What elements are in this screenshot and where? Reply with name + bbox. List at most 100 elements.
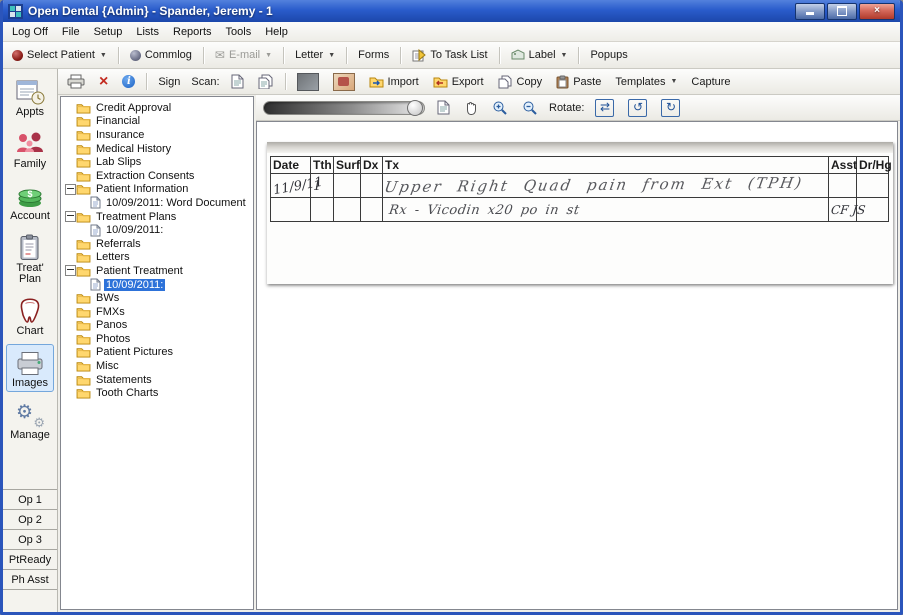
operatory-button-op-1[interactable]: Op 1	[3, 490, 57, 510]
minimize-button[interactable]	[795, 3, 825, 20]
tree-folder-patient-information[interactable]: Patient Information	[64, 183, 252, 197]
scan-header-row: Date Tth Surf Dx Tx Asst Dr/Hg	[271, 157, 889, 174]
sidebar-module-appts[interactable]: Appts	[6, 73, 54, 121]
label-button[interactable]: Label ▼	[505, 46, 574, 64]
popups-button[interactable]: Popups	[584, 46, 633, 64]
delete-button[interactable]: ×	[93, 72, 114, 92]
tree-folder-treatment-plans[interactable]: Treatment Plans	[64, 210, 252, 224]
operatory-button-ph-asst[interactable]: Ph Asst	[3, 570, 57, 590]
toolbar-separator	[146, 73, 147, 90]
tree-folder-tooth-charts[interactable]: Tooth Charts	[64, 386, 252, 400]
sidebar-module-treat-plan[interactable]: Treat' Plan	[6, 229, 54, 288]
tree-collapse-icon[interactable]	[65, 211, 76, 222]
tree-folder-lab-slips[interactable]: Lab Slips	[64, 155, 252, 169]
flip-button[interactable]: ⇄	[589, 96, 620, 120]
tree-folder-extraction-consents[interactable]: Extraction Consents	[64, 169, 252, 183]
tree-folder-fmxs[interactable]: FMXs	[64, 305, 252, 319]
appointments-icon	[14, 77, 46, 106]
menu-item-help[interactable]: Help	[258, 24, 295, 40]
tree-folder-credit-approval[interactable]: Credit Approval	[64, 101, 252, 115]
print-button[interactable]	[61, 71, 91, 92]
zoom-in-button[interactable]	[486, 97, 514, 119]
folder-icon	[76, 360, 91, 372]
tree-folder-photos[interactable]: Photos	[64, 332, 252, 346]
tree-collapse-icon[interactable]	[65, 184, 76, 195]
tree-folder-panos[interactable]: Panos	[64, 319, 252, 333]
brightness-slider[interactable]	[263, 101, 425, 115]
copy-icon	[498, 75, 513, 89]
operatory-button-op-3[interactable]: Op 3	[3, 530, 57, 550]
menu-item-reports[interactable]: Reports	[166, 24, 219, 40]
menu-item-setup[interactable]: Setup	[87, 24, 130, 40]
xray-mount-button[interactable]	[291, 70, 325, 94]
zoom-out-button[interactable]	[516, 97, 544, 119]
tree-document[interactable]: 10/09/2011:	[64, 278, 252, 292]
menu-item-log-off[interactable]: Log Off	[5, 24, 55, 40]
scan-page-icon	[231, 74, 244, 89]
maximize-button[interactable]	[827, 3, 857, 20]
export-button[interactable]: Export	[427, 72, 490, 91]
menu-item-lists[interactable]: Lists	[129, 24, 166, 40]
menu-item-tools[interactable]: Tools	[219, 24, 259, 40]
pan-button[interactable]	[458, 97, 484, 118]
copy-button[interactable]: Copy	[492, 72, 549, 92]
page-view-button[interactable]	[431, 97, 456, 118]
operatory-button-ptready[interactable]: PtReady	[3, 550, 57, 570]
letter-button[interactable]: Letter ▼	[289, 46, 341, 64]
select-patient-button[interactable]: Select Patient ▼	[6, 46, 113, 64]
tree-folder-referrals[interactable]: Referrals	[64, 237, 252, 251]
folder-icon	[76, 319, 91, 331]
photo-mount-button[interactable]	[327, 70, 361, 94]
paste-button[interactable]: Paste	[550, 72, 607, 92]
scan-cell	[271, 198, 311, 222]
scan-cell: Upper Right Quad pain from Ext (TPH)	[383, 174, 829, 198]
tree-document[interactable]: 10/09/2011:	[64, 223, 252, 237]
slider-thumb-icon[interactable]	[407, 100, 423, 116]
scan-multiple-button[interactable]	[252, 71, 280, 92]
operatory-button-op-2[interactable]: Op 2	[3, 510, 57, 530]
folder-icon	[76, 306, 91, 318]
close-button[interactable]: ×	[859, 3, 895, 20]
sidebar-module-chart[interactable]: Chart	[6, 292, 54, 340]
paste-icon	[556, 75, 569, 89]
email-button[interactable]: ✉ E-mail ▼	[209, 45, 278, 65]
commlog-button[interactable]: Commlog	[124, 46, 198, 64]
sidebar-module-family[interactable]: Family	[6, 125, 54, 173]
xray-thumbnail-icon	[297, 73, 319, 91]
document-icon	[90, 196, 101, 209]
tree-folder-statements[interactable]: Statements	[64, 373, 252, 387]
zoom-out-icon	[522, 100, 538, 116]
toolbar-separator	[118, 47, 119, 64]
tree-item-label: Financial	[94, 115, 142, 127]
tree-item-label: Panos	[94, 319, 129, 331]
rotate-left-button[interactable]: ↺	[622, 96, 653, 120]
sidebar-module-account[interactable]: $Account	[6, 177, 54, 225]
tree-folder-patient-treatment[interactable]: Patient Treatment	[64, 264, 252, 278]
scan-single-button[interactable]	[225, 71, 250, 92]
titlebar[interactable]: Open Dental {Admin} - Spander, Jeremy - …	[3, 0, 900, 22]
tree-folder-bws[interactable]: BWs	[64, 291, 252, 305]
sign-button[interactable]: Sign	[152, 73, 186, 91]
to-task-list-button[interactable]: To Task List	[406, 46, 493, 65]
tree-folder-insurance[interactable]: Insurance	[64, 128, 252, 142]
rotate-right-button[interactable]: ↻	[655, 96, 686, 120]
tree-item-label: Misc	[94, 360, 121, 372]
import-button[interactable]: Import	[363, 72, 425, 91]
tree-item-label: Extraction Consents	[94, 170, 196, 182]
capture-button[interactable]: Capture	[685, 73, 736, 91]
sidebar-module-images[interactable]: Images	[6, 344, 54, 392]
tree-collapse-icon[interactable]	[65, 265, 76, 276]
sidebar-module-manage[interactable]: ⚙⚙Manage	[6, 396, 54, 444]
tree-folder-financial[interactable]: Financial	[64, 115, 252, 129]
tree-document[interactable]: 10/09/2011: Word Document	[64, 196, 252, 210]
info-button[interactable]: i	[116, 72, 141, 91]
templates-button[interactable]: Templates ▼	[609, 73, 683, 91]
image-viewer[interactable]: Date Tth Surf Dx Tx Asst Dr/Hg	[256, 121, 898, 610]
folder-icon	[76, 251, 91, 263]
tree-folder-letters[interactable]: Letters	[64, 251, 252, 265]
forms-button[interactable]: Forms	[352, 46, 395, 64]
tree-folder-misc[interactable]: Misc	[64, 359, 252, 373]
menu-item-file[interactable]: File	[55, 24, 87, 40]
tree-folder-patient-pictures[interactable]: Patient Pictures	[64, 346, 252, 360]
tree-folder-medical-history[interactable]: Medical History	[64, 142, 252, 156]
